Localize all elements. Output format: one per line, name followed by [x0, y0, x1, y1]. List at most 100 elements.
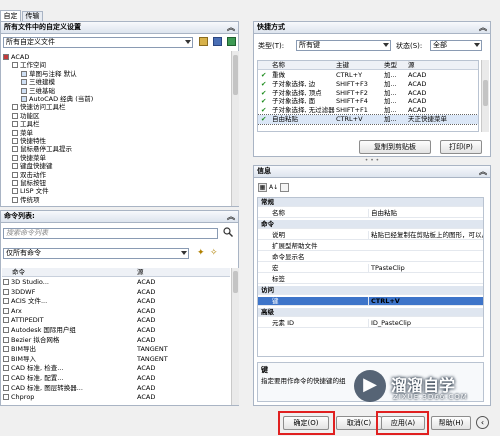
shortcut-row[interactable]: ✔ 子对象选择, 边 SHIFT+F3 加... ACAD — [258, 80, 478, 89]
property-value[interactable]: 粘贴已经复制在剪贴板上的图形，可以从 — [368, 231, 483, 240]
watermark-url: ZIXUE.3D66.COM — [393, 393, 468, 401]
check-icon: ✔ — [261, 88, 267, 97]
property-row[interactable]: 宏 TPasteClip — [258, 264, 483, 273]
tree-scrollbar[interactable] — [231, 51, 239, 206]
search-icon[interactable] — [223, 227, 233, 237]
property-row[interactable]: 元素 ID ID_PasteClip — [258, 319, 483, 328]
property-value[interactable]: CTRL+V — [368, 297, 483, 306]
collapse-icon[interactable]: ︽ — [479, 22, 487, 33]
command-icon — [3, 288, 9, 295]
command-row[interactable]: ATTIPEDIT ACAD — [2, 316, 230, 325]
splitter-grip[interactable]: • • • — [253, 158, 491, 164]
command-source: ACAD — [137, 374, 156, 382]
property-row[interactable]: 扩展型帮助文件 — [258, 242, 483, 251]
new-command-icon[interactable]: ✦ — [197, 248, 205, 258]
command-row[interactable]: Arx ACAD — [2, 307, 230, 316]
shortcut-row[interactable]: ✔ 子对象选择, 无过滤器 SHIFT+F1 加... ACAD — [258, 106, 478, 115]
property-pages-icon[interactable] — [280, 183, 289, 192]
command-row[interactable]: CAD 标准, 配置... ACAD — [2, 374, 230, 383]
property-row[interactable]: 标签 — [258, 275, 483, 284]
command-row[interactable]: 3D Studio... ACAD — [2, 278, 230, 287]
command-row[interactable]: BIM导入 TANGENT — [2, 355, 230, 364]
property-value[interactable]: ID_PasteClip — [368, 319, 483, 328]
tab-transfer[interactable]: 传输 — [22, 11, 43, 21]
save-icon[interactable] — [213, 37, 222, 46]
property-row[interactable]: 名称 自由粘贴 — [258, 209, 483, 218]
status-label: 状态(S): — [396, 42, 423, 50]
tree-item[interactable]: 传统项 — [12, 196, 40, 205]
tree-item-label: 快捷特性 — [20, 137, 46, 145]
collapse-icon[interactable]: ︽ — [479, 166, 487, 177]
tree-item-label: 快捷菜单 — [20, 153, 46, 162]
command-list-header: 命令 源 — [2, 268, 230, 277]
shortcut-src: ACAD — [408, 106, 427, 115]
check-icon: ✔ — [261, 71, 267, 79]
type-select[interactable]: 所有键 — [296, 40, 391, 51]
property-key: 命令显示名 — [272, 253, 305, 261]
shortcut-key: SHIFT+F4 — [336, 97, 368, 106]
command-source: ACAD — [137, 306, 156, 315]
command-icon — [3, 279, 9, 285]
customization-tree: ACAD 工作空间 草图与注释 默认 三维建模 三维基础 AutoCAD 经典 (当前) 快… — [3, 53, 228, 205]
help-button[interactable]: 帮助(H) — [431, 416, 471, 430]
property-value[interactable]: TPasteClip — [368, 264, 483, 273]
command-row[interactable]: Autodesk 国际用户组 ACAD — [2, 326, 230, 335]
command-list-title: 命令列表: ︽ — [1, 211, 238, 223]
command-icon — [3, 298, 9, 305]
shortcut-type: 加... — [384, 97, 397, 106]
command-row[interactable]: Chprop ACAD — [2, 393, 230, 402]
shortcut-name: 子对象选择, 顶点 — [272, 88, 322, 97]
copy-to-clipboard-button[interactable]: 复制到剪贴板 — [359, 140, 431, 154]
customization-file-combo[interactable]: 所有自定义文件 — [3, 37, 193, 48]
node-icon — [12, 154, 18, 161]
shortcut-scrollbar[interactable] — [481, 60, 489, 132]
property-key: 访问 — [261, 286, 274, 294]
shortcut-key: SHIFT+F1 — [336, 106, 368, 115]
property-row[interactable]: 说明 粘贴已经复制在剪贴板上的图形，可以从 — [258, 231, 483, 240]
command-search-input[interactable]: 搜索命令列表 — [3, 228, 218, 239]
node-icon — [12, 62, 18, 69]
shortcut-row[interactable]: ✔ 子对象选择, 面 SHIFT+F4 加... ACAD — [258, 97, 478, 106]
node-icon — [21, 79, 27, 86]
collapse-dialog-icon[interactable]: ‹ — [476, 416, 489, 429]
shortcut-row[interactable]: ✔ 自由粘贴 CTRL+V 加... 天正快捷菜单 — [258, 114, 478, 125]
command-scrollbar[interactable] — [231, 268, 239, 405]
property-key: 命令 — [261, 220, 274, 228]
property-section: 访问 — [258, 286, 483, 295]
shortcut-name: 自由粘贴 — [272, 115, 298, 123]
command-row[interactable]: Bezier 拟合网格 ACAD — [2, 336, 230, 345]
tree-item-label: 键盘快捷键 — [20, 162, 53, 171]
status-select[interactable]: 全部 — [430, 40, 482, 51]
command-row[interactable]: BIM导出 TANGENT — [2, 345, 230, 354]
print-button[interactable]: 打印(P) — [440, 140, 482, 154]
property-key: 元素 ID — [272, 319, 294, 327]
shortcuts-title: 快捷方式 ︽ — [254, 22, 490, 34]
command-filter-combo[interactable]: 仅所有命令 — [3, 248, 189, 259]
command-row[interactable]: ACIS 文件... ACAD — [2, 297, 230, 306]
node-icon — [12, 196, 18, 203]
shortcut-name: 子对象选择, 无过滤器 — [272, 106, 335, 115]
property-value[interactable]: 自由粘贴 — [368, 209, 483, 218]
open-file-icon[interactable] — [199, 37, 208, 46]
shortcut-key: CTRL+V — [336, 115, 363, 123]
property-row[interactable]: 命令显示名 — [258, 253, 483, 262]
shortcut-name: 重做 — [272, 71, 285, 79]
command-row[interactable]: CAD 标准, 检查... ACAD — [2, 364, 230, 373]
star-icon[interactable]: ✧ — [210, 248, 218, 258]
collapse-icon[interactable]: ︽ — [227, 22, 235, 33]
shortcut-src: ACAD — [408, 71, 427, 79]
command-name: Autodesk 国际用户组 — [11, 326, 76, 334]
command-row[interactable]: CAD 标准, 图层转换器... ACAD — [2, 384, 230, 393]
tab-customize[interactable]: 自定义 — [0, 10, 21, 30]
tree-item-label: 双击动作 — [20, 170, 46, 179]
load-icon[interactable] — [227, 37, 236, 46]
property-row[interactable]: 键 CTRL+V — [258, 297, 483, 306]
sort-az-icon[interactable]: A↓ — [269, 183, 278, 192]
shortcut-row[interactable]: ✔ 重做 CTRL+Y 加... ACAD — [258, 71, 478, 80]
watermark-logo: ▶ — [354, 370, 386, 402]
command-row[interactable]: 3DDWF ACAD — [2, 288, 230, 297]
command-icon — [3, 346, 9, 353]
collapse-icon[interactable]: ︽ — [227, 211, 235, 222]
categorized-icon[interactable]: ▦ — [258, 183, 267, 192]
shortcut-row[interactable]: ✔ 子对象选择, 顶点 SHIFT+F2 加... ACAD — [258, 88, 478, 98]
